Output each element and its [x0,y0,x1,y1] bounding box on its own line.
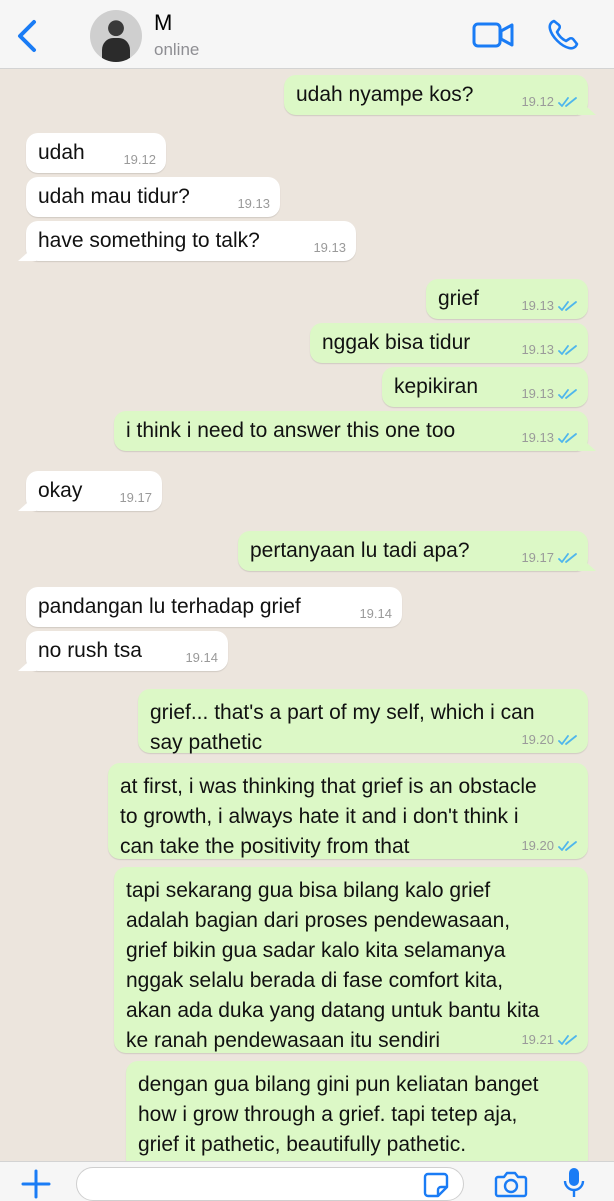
outgoing-message[interactable]: kepikiran 19.13 [382,367,588,407]
message-text: how i grow through a grief. tapi tetep a… [138,1103,518,1126]
camera-icon[interactable] [494,1170,528,1198]
message-time: 19.20 [521,732,554,747]
message-meta: 19.13 [521,431,578,445]
message-time: 19.17 [521,550,554,565]
message-time: 19.12 [521,94,554,109]
chat-header: M online [0,0,614,69]
incoming-message[interactable]: pandangan lu terhadap grief 19.14 [26,587,402,627]
message-time: 19.14 [359,606,392,621]
message-time: 19.14 [185,650,218,665]
message-text: akan ada duka yang datang untuk bantu ki… [126,999,540,1022]
message-meta: 19.13 [313,241,346,255]
message-meta: 19.13 [521,387,578,401]
message-meta: 19.12 [123,153,156,167]
read-receipt-icon [558,389,577,399]
message-time: 19.21 [521,1032,554,1047]
message-input[interactable] [76,1167,464,1201]
message-text: ke ranah pendewasaan itu sendiri [126,1029,441,1052]
input-bar [0,1161,614,1201]
avatar[interactable] [90,10,142,62]
read-receipt-icon [558,345,577,355]
message-meta: 19.21 [521,1033,578,1047]
back-chevron-icon[interactable] [14,18,42,54]
message-text: at first, i was thinking that grief is a… [120,775,537,798]
message-text: grief it pathetic, beautifully pathetic. [138,1133,467,1156]
voice-call-icon[interactable] [546,18,580,52]
read-receipt-icon [558,433,577,443]
message-text: to growth, i always hate it and i don't … [120,805,519,828]
message-text: tapi sekarang gua bisa bilang kalo grief [126,879,491,902]
message-text: grief... that's a part of my self, which… [150,701,535,724]
outgoing-message[interactable]: grief 19.13 [426,279,588,319]
read-receipt-icon [558,1035,577,1045]
incoming-message[interactable]: have something to talk? 19.13 [26,221,356,261]
message-text: dengan gua bilang gini pun keliatan bang… [138,1073,539,1096]
incoming-message[interactable]: no rush tsa 19.14 [26,631,228,671]
message-time: 19.13 [521,342,554,357]
read-receipt-icon [558,301,577,311]
message-meta: 19.14 [359,607,392,621]
outgoing-message[interactable]: udah nyampe kos? 19.12 [284,75,588,115]
message-meta: 19.13 [237,197,270,211]
message-text: pandangan lu terhadap grief [38,595,301,618]
message-time: 19.13 [313,240,346,255]
microphone-icon[interactable] [562,1166,586,1200]
message-time: 19.17 [119,490,152,505]
chat-area[interactable]: udah nyampe kos? 19.12 udah 19.12 udah mau t… [0,69,614,1161]
contact-name[interactable]: M [154,10,172,36]
outgoing-message[interactable]: nggak bisa tidur 19.13 [310,323,588,363]
message-meta: 19.20 [521,839,578,853]
message-meta: 19.14 [185,651,218,665]
message-time: 19.13 [521,298,554,313]
incoming-message[interactable]: udah 19.12 [26,133,166,173]
message-meta: 19.17 [521,551,578,565]
message-time: 19.20 [521,838,554,853]
read-receipt-icon [558,841,577,851]
outgoing-message[interactable]: at first, i was thinking that grief is a… [108,763,588,859]
message-text: have something to talk? [38,229,260,252]
message-meta: 19.12 [521,95,578,109]
message-time: 19.13 [521,430,554,445]
message-time: 19.13 [521,386,554,401]
outgoing-message[interactable]: pertanyaan lu tadi apa? 19.17 [238,531,588,571]
message-text: say pathetic [150,731,263,754]
message-text: udah mau tidur? [38,185,190,208]
read-receipt-icon [558,97,577,107]
plus-icon[interactable] [20,1168,52,1200]
sticker-icon[interactable] [423,1172,449,1198]
message-meta: 19.20 [521,733,578,747]
message-text: nggak selalu berada di fase comfort kita… [126,969,504,992]
video-call-icon[interactable] [472,20,514,50]
outgoing-message[interactable]: i think i need to answer this one too 19.… [114,411,588,451]
message-meta: 19.17 [119,491,152,505]
contact-status: online [154,40,200,59]
read-receipt-icon [558,553,577,563]
message-text: grief bikin gua sadar kalo kita selamany… [126,939,506,962]
message-meta: 19.13 [521,343,578,357]
incoming-message[interactable]: udah mau tidur? 19.13 [26,177,280,217]
message-text: adalah bagian dari proses pendewasaan, [126,909,511,932]
message-time: 19.12 [123,152,156,167]
outgoing-message[interactable]: dengan gua bilang gini pun keliatan bang… [126,1061,588,1161]
message-time: 19.13 [237,196,270,211]
read-receipt-icon [558,735,577,745]
outgoing-message[interactable]: grief... that's a part of my self, which… [138,689,588,754]
message-meta: 19.13 [521,299,578,313]
message-text: can take the positivity from that [120,835,410,858]
incoming-message[interactable]: okay 19.17 [26,471,162,511]
message-text: i think i need to answer this one too [126,419,456,442]
outgoing-message[interactable]: tapi sekarang gua bisa bilang kalo grief… [114,867,588,1053]
